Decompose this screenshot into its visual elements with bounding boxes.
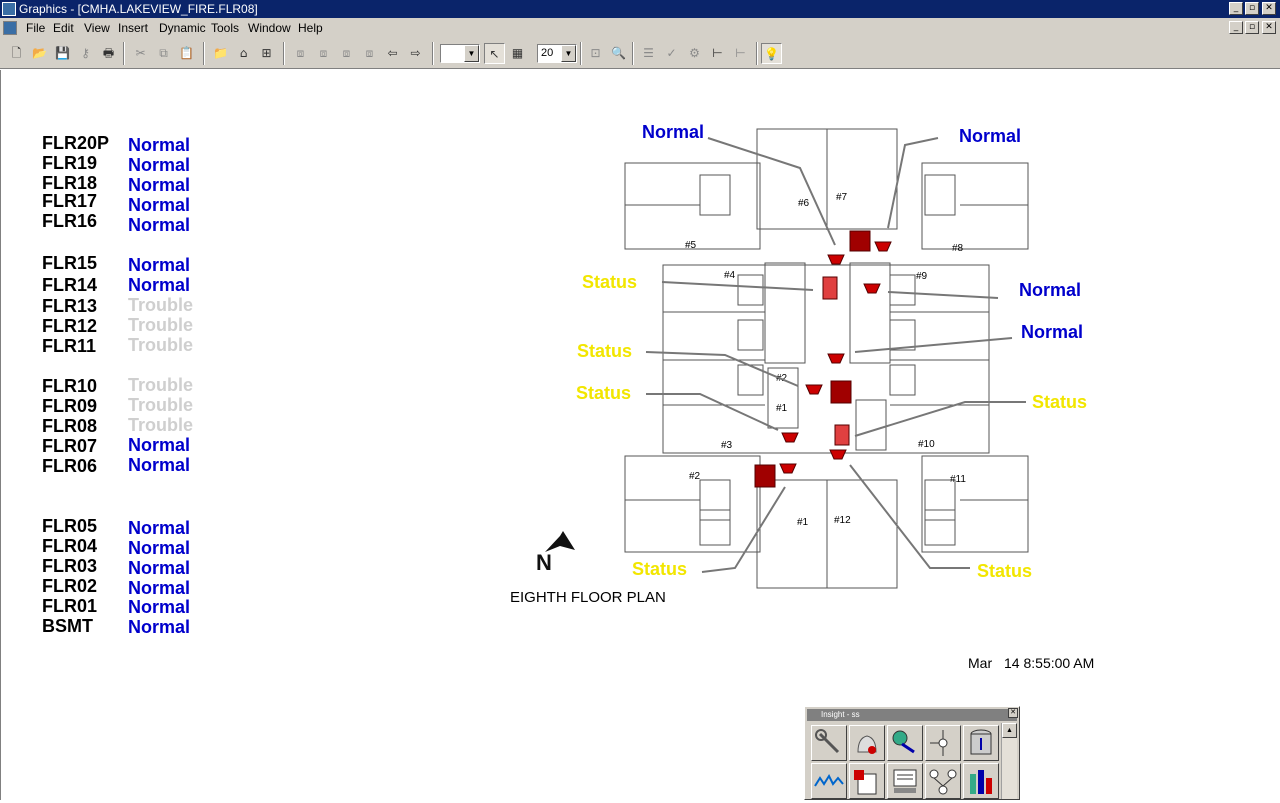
floor-plan-drawing: #6 #7 #5 #8 #4 #9 #2 #1 #3 #10 #2 #11 #1… <box>536 128 1029 589</box>
pull-station-icon[interactable] <box>834 424 850 446</box>
device-status-label[interactable]: Normal <box>959 126 1021 147</box>
room-number: #10 <box>918 439 935 450</box>
network-icon[interactable] <box>925 763 961 799</box>
timestamp-month: Mar <box>968 655 993 671</box>
timestamp: Mar 14 8:55:00 AM <box>968 655 1094 671</box>
database-icon[interactable] <box>963 725 999 761</box>
device-status-label[interactable]: Status <box>632 559 687 580</box>
horn-icon[interactable] <box>829 449 847 460</box>
pull-station-icon[interactable] <box>830 380 852 404</box>
device-status-label[interactable]: Status <box>577 341 632 362</box>
pull-station-icon[interactable] <box>754 464 776 488</box>
device-status-label[interactable]: Status <box>1032 392 1087 413</box>
alarm-bell-icon[interactable] <box>849 725 885 761</box>
device-status-label[interactable]: Normal <box>1021 322 1083 343</box>
horn-icon[interactable] <box>863 283 881 294</box>
device-status-label[interactable]: Status <box>576 383 631 404</box>
key-icon[interactable] <box>811 725 847 761</box>
room-number: #7 <box>836 192 848 203</box>
device-icons <box>754 230 892 488</box>
pull-station-icon[interactable] <box>849 230 871 252</box>
scrollbar[interactable]: ▲ <box>1001 723 1017 799</box>
point-commander-icon[interactable] <box>887 725 923 761</box>
system-profile-icon[interactable] <box>925 725 961 761</box>
pull-station-icon[interactable] <box>822 276 838 300</box>
device-status-label[interactable]: Normal <box>642 122 704 143</box>
horn-icon[interactable] <box>874 241 892 252</box>
floor-plan-walls <box>624 128 1029 589</box>
horn-icon[interactable] <box>781 432 799 443</box>
graphics-app-window: Graphics - [CMHA.LAKEVIEW_FIRE.FLR08] _ … <box>0 0 1280 800</box>
scroll-up-icon[interactable]: ▲ <box>1002 723 1017 738</box>
timestamp-time: 14 8:55:00 AM <box>1004 655 1095 671</box>
trend-icon[interactable] <box>811 763 847 799</box>
device-status-label[interactable]: Status <box>582 272 637 293</box>
graphics-icon[interactable] <box>963 763 999 799</box>
north-arrow-icon: N <box>536 531 575 575</box>
insight-palette: Insight - ss ✕ ▲ <box>804 706 1020 800</box>
room-number: #2 <box>689 471 701 482</box>
room-number: #12 <box>834 515 851 526</box>
scheduler-icon[interactable] <box>887 763 923 799</box>
device-status-label[interactable]: Status <box>977 561 1032 582</box>
horn-icon[interactable] <box>805 384 823 395</box>
room-number: #8 <box>952 243 964 254</box>
insight-title[interactable]: Insight - ss <box>807 709 1017 721</box>
room-number: #4 <box>724 270 736 281</box>
close-icon[interactable]: ✕ <box>1008 708 1018 718</box>
north-marker: N <box>536 550 552 575</box>
horn-icon[interactable] <box>827 254 845 265</box>
room-number: #1 <box>776 403 788 414</box>
horn-icon[interactable] <box>779 463 797 474</box>
room-number: #11 <box>950 474 966 485</box>
report-icon[interactable] <box>849 763 885 799</box>
horn-icon[interactable] <box>827 353 845 364</box>
room-number: #5 <box>685 240 697 251</box>
floor-plan-title: EIGHTH FLOOR PLAN <box>510 589 666 606</box>
room-number: #1 <box>797 517 809 528</box>
device-status-label[interactable]: Normal <box>1019 280 1081 301</box>
room-number: #6 <box>798 198 810 209</box>
room-number: #9 <box>916 271 928 282</box>
room-number: #3 <box>721 440 733 451</box>
